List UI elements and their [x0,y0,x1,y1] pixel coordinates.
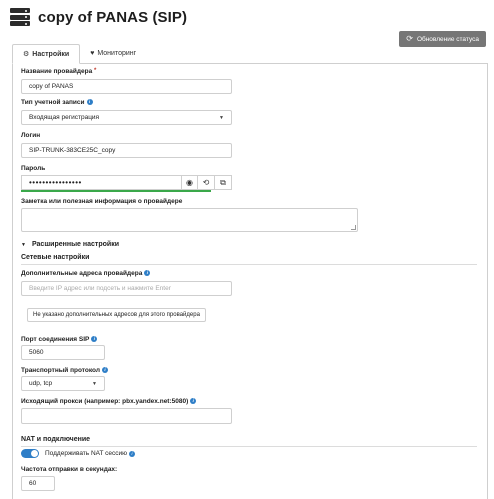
no-additional-hosts-button[interactable]: Не указано дополнительных адресов для эт… [27,308,206,322]
advanced-settings-label: Расширенные настройки [31,241,119,248]
gears-icon: ⚙ [23,51,30,58]
caret-down-icon: ▼ [92,380,97,387]
network-section-title: Сетевые настройки [21,254,90,261]
additional-hosts-input[interactable]: Введите IP адрес или подсеть и нажмите E… [21,281,232,296]
account-type-select[interactable]: Входящая регистрация ▼ [21,110,232,125]
outbound-proxy-label: Исходящий прокси (например: pbx.yandex.n… [21,398,197,405]
sip-port-label: Порт соединения SIP i [21,336,98,343]
info-icon[interactable]: i [190,398,197,405]
password-label: Пароль [21,165,46,172]
account-type-label: Тип учетной записи i [21,99,93,106]
section-divider [21,264,477,265]
server-icon [10,8,30,26]
transport-value: udp, tcp [29,380,53,387]
caret-down-icon: ▼ [21,241,26,248]
required-mark: * [94,68,97,74]
qualify-freq-label: Частота отправки в секундах: [21,466,118,473]
page-header: copy of PANAS (SIP) [10,6,187,28]
regenerate-icon[interactable]: ⟲ [198,175,215,190]
info-icon[interactable]: i [101,367,108,374]
copy-icon[interactable]: ⧉ [215,175,232,190]
password-input[interactable]: •••••••••••••••• [21,175,181,190]
tab-settings[interactable]: ⚙ Настройки [12,44,81,64]
note-label: Заметка или полезная информация о провай… [21,198,183,205]
sync-icon: ⟳ [406,34,413,43]
transport-select[interactable]: udp, tcp ▼ [21,376,105,391]
login-input[interactable]: SIP-TRUNK-383CE25C_copy [21,143,232,158]
resize-grip-icon[interactable] [351,225,356,230]
provider-name-label: Название провайдера * [21,68,97,75]
note-textarea[interactable] [21,208,358,232]
page-title: copy of PANAS (SIP) [38,8,188,26]
section-divider [21,446,477,447]
additional-hosts-label: Дополнительные адреса провайдера i [21,270,151,277]
qualify-freq-input[interactable]: 60 [21,476,55,491]
tab-monitoring-label: Мониторинг [97,50,137,57]
password-strength-bar [21,190,211,192]
account-type-value: Входящая регистрация [29,114,100,121]
outbound-proxy-input[interactable] [21,408,232,424]
info-icon[interactable]: i [86,99,93,106]
refresh-status-label: Обновление статуса [416,35,479,43]
info-icon[interactable]: i [129,450,136,457]
caret-down-icon: ▼ [219,114,224,121]
refresh-status-button[interactable]: ⟳ Обновление статуса [399,31,486,47]
info-icon[interactable]: i [91,336,98,343]
advanced-settings-toggle[interactable]: ▼ Расширенные настройки [21,241,119,248]
tab-bar: ⚙ Настройки ♥ Мониторинг [12,44,146,64]
info-icon[interactable]: i [144,270,151,277]
password-group: •••••••••••••••• ◉ ⟲ ⧉ [21,175,232,190]
nat-keepalive-toggle[interactable] [21,449,39,458]
tab-monitoring[interactable]: ♥ Мониторинг [80,44,146,63]
eye-icon[interactable]: ◉ [181,175,198,190]
sip-port-input[interactable]: 5060 [21,345,105,360]
transport-label: Транспортный протокол i [21,367,108,374]
provider-name-input[interactable]: copy of PANAS [21,79,232,94]
nat-section-title: NAT и подключение [21,436,91,443]
tab-settings-label: Настройки [32,50,70,58]
heartbeat-icon: ♥ [90,50,95,57]
nat-keepalive-label: Поддерживать NAT сессию i [45,449,136,458]
login-label: Логин [21,132,41,139]
